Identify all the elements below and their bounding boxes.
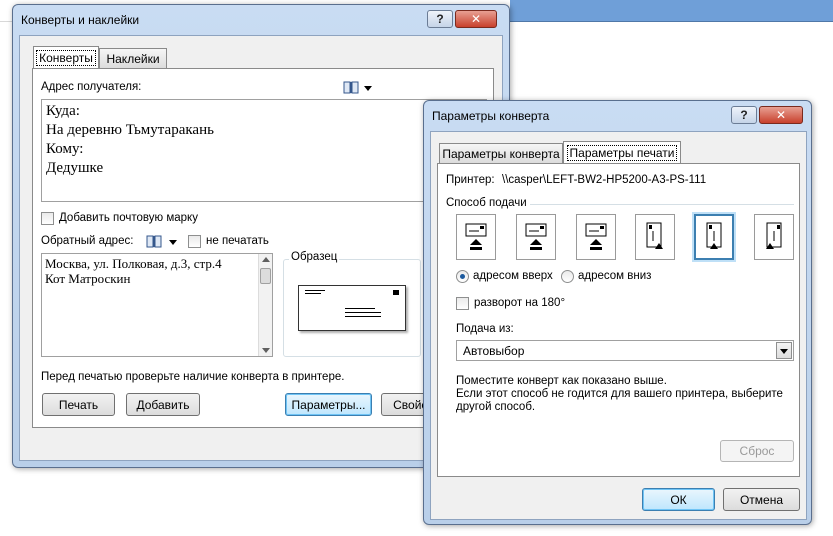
feed-option-4[interactable] xyxy=(635,214,675,260)
rotate-checkbox[interactable] xyxy=(456,297,469,310)
help-button[interactable]: ? xyxy=(427,10,453,28)
feed-from-label: Подача из: xyxy=(456,323,514,335)
recipient-address-label: Адрес получателя: xyxy=(41,81,142,93)
feed-from-value: Автовыбор xyxy=(463,344,525,358)
cancel-button[interactable]: Отмена xyxy=(723,488,800,511)
feed-from-select[interactable]: Автовыбор xyxy=(456,340,794,361)
options-client-area: Параметры конверта Параметры печати Прин… xyxy=(430,131,807,520)
omit-return-checkbox[interactable] xyxy=(188,235,201,248)
omit-return-label: не печатать xyxy=(206,235,269,247)
return-line: Кот Матроскин xyxy=(45,271,131,286)
return-address-field[interactable]: Москва, ул. Полковая, д.3, стр.4 Кот Мат… xyxy=(41,253,273,357)
address-book-icon[interactable] xyxy=(343,81,359,94)
add-stamp-checkbox[interactable] xyxy=(41,212,54,225)
recipient-address-field[interactable]: Куда: На деревню Тьмутаракань Кому: Деду… xyxy=(41,99,487,202)
recipient-line: Дедушке xyxy=(46,160,104,176)
feed-option-6[interactable] xyxy=(754,214,794,260)
return-address-dropdown-icon[interactable] xyxy=(169,240,177,245)
tab-labels[interactable]: Наклейки xyxy=(99,48,167,68)
instruction-line: другой способ. xyxy=(456,401,536,413)
printer-note: Перед печатью проверьте наличие конверта… xyxy=(41,371,345,383)
feed-method-separator xyxy=(530,204,794,205)
instruction-text: Поместите конверт как показано выше. Есл… xyxy=(456,375,783,414)
recipient-line: На деревню Тьмутаракань xyxy=(46,122,214,138)
printer-label: Принтер: xyxy=(446,174,495,186)
background-app-ribbon xyxy=(510,0,833,22)
printing-options-panel: Принтер: \\casper\LEFT-BW2-HP5200-A3-PS-… xyxy=(437,163,800,477)
feed-option-3[interactable] xyxy=(576,214,616,260)
options-close-button[interactable]: ✕ xyxy=(759,106,803,124)
print-button[interactable]: Печать xyxy=(42,393,115,416)
printer-value: \\casper\LEFT-BW2-HP5200-A3-PS-111 xyxy=(502,174,707,186)
tab-printing-options[interactable]: Параметры печати xyxy=(563,141,681,163)
feed-option-1[interactable] xyxy=(456,214,496,260)
instruction-line: Если этот способ не годится для вашего п… xyxy=(456,388,783,400)
feed-option-5-selected[interactable] xyxy=(694,214,734,260)
close-button[interactable]: ✕ xyxy=(455,10,497,28)
add-to-document-button[interactable]: Добавить xyxy=(126,393,200,416)
return-address-scrollbar[interactable] xyxy=(258,254,272,356)
return-address-book-icon[interactable] xyxy=(146,235,162,248)
reset-button[interactable]: Сброс xyxy=(720,440,794,462)
recipient-line: Куда: xyxy=(46,103,80,119)
chevron-down-icon[interactable] xyxy=(776,342,792,359)
envelope-options-dialog: Параметры конверта ? ✕ Параметры конверт… xyxy=(423,100,812,525)
address-book-dropdown-icon[interactable] xyxy=(364,86,372,91)
feed-option-2[interactable] xyxy=(516,214,556,260)
tab-envelope-options[interactable]: Параметры конверта xyxy=(439,143,563,163)
envelopes-title: Конверты и наклейки xyxy=(21,13,140,27)
face-down-radio[interactable] xyxy=(561,270,574,283)
tab-envelopes[interactable]: Конверты xyxy=(33,46,99,68)
return-address-label: Обратный адрес: xyxy=(41,235,134,247)
preview-label: Образец xyxy=(289,251,340,263)
options-title: Параметры конверта xyxy=(432,109,550,123)
recipient-line: Кому: xyxy=(46,141,84,157)
envelope-preview[interactable] xyxy=(298,285,406,331)
face-up-radio[interactable] xyxy=(456,270,469,283)
return-line: Москва, ул. Полковая, д.3, стр.4 xyxy=(45,256,222,271)
instruction-line: Поместите конверт как показано выше. xyxy=(456,375,667,387)
ok-button[interactable]: ОК xyxy=(642,488,715,511)
face-down-label: адресом вниз xyxy=(578,270,652,282)
options-help-button[interactable]: ? xyxy=(731,106,757,124)
face-up-label: адресом вверх xyxy=(473,270,553,282)
rotate-label: разворот на 180° xyxy=(474,297,566,309)
add-stamp-label: Добавить почтовую марку xyxy=(59,212,198,224)
options-button[interactable]: Параметры... xyxy=(285,393,372,416)
feed-method-label: Способ подачи xyxy=(446,197,527,209)
